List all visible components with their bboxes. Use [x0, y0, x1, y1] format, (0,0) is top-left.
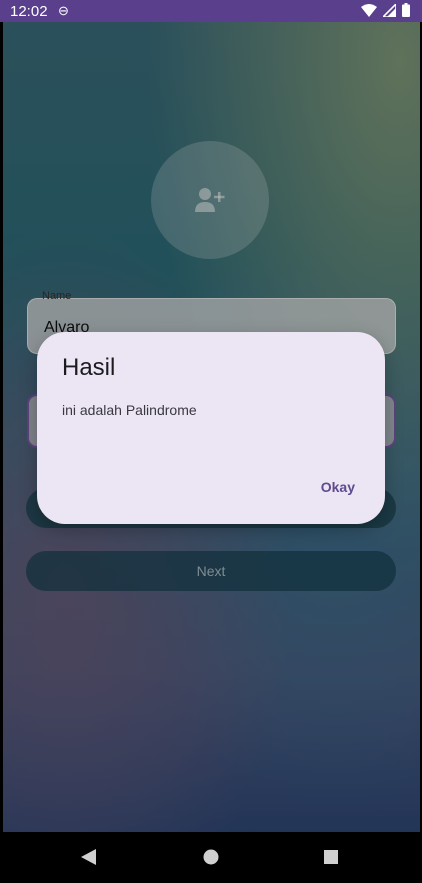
status-icons — [361, 3, 410, 17]
sync-icon: ⊖ — [58, 3, 69, 18]
status-bar: 12:02 ⊖ — [0, 0, 422, 22]
dialog-title: Hasil — [62, 354, 116, 381]
home-icon[interactable] — [203, 849, 219, 865]
status-time: 12:02 — [10, 3, 48, 20]
navigation-bar — [0, 832, 422, 883]
back-icon[interactable] — [81, 849, 96, 865]
okay-button[interactable]: Okay — [321, 479, 355, 495]
dialog-message: ini adalah Palindrome — [62, 402, 197, 418]
result-dialog: Hasil ini adalah Palindrome Okay — [37, 332, 385, 524]
battery-icon — [402, 3, 410, 17]
recents-icon[interactable] — [324, 850, 338, 864]
signal-icon — [383, 3, 396, 17]
wifi-icon — [361, 3, 377, 17]
